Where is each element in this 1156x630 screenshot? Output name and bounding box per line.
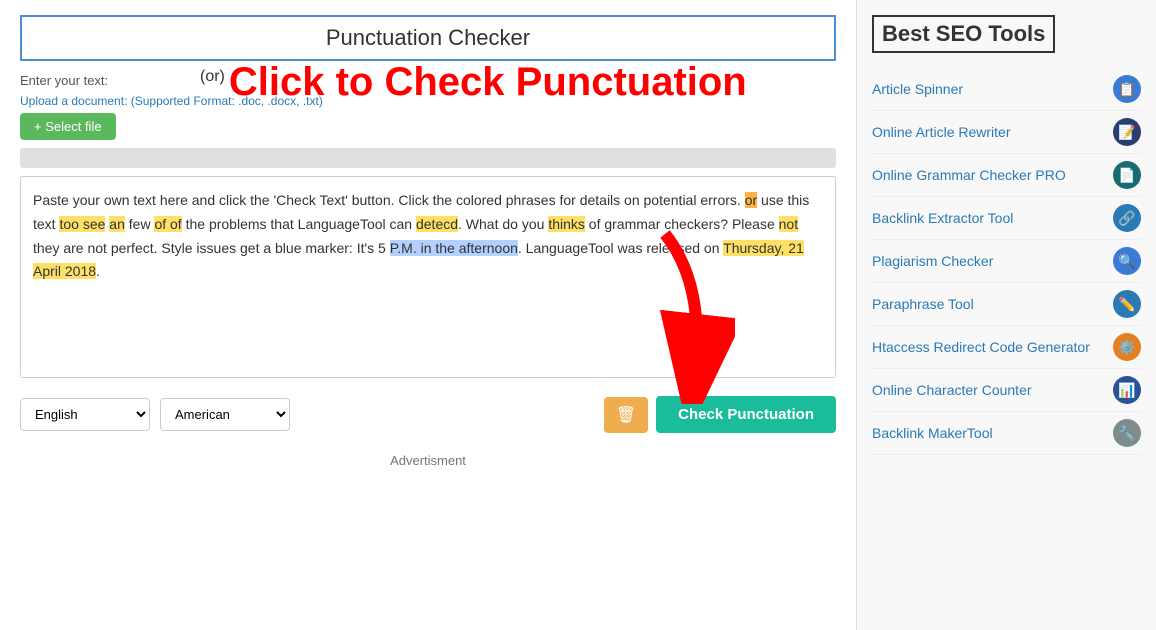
sidebar-link-backlink-extractor[interactable]: Backlink Extractor Tool — [872, 210, 1105, 226]
list-item: Article Spinner 📋 — [872, 68, 1141, 111]
bottom-controls: English French German Spanish American B… — [20, 386, 836, 443]
highlight-thinks: thinks — [548, 216, 585, 232]
plagiarism-checker-icon: 🔍 — [1113, 247, 1141, 275]
highlight-toosee: too see — [59, 216, 105, 232]
highlight-ofof: of of — [154, 216, 181, 232]
list-item: Online Character Counter 📊 — [872, 369, 1141, 412]
list-item: Online Grammar Checker PRO 📄 — [872, 154, 1141, 197]
backlink-extractor-icon: 🔗 — [1113, 204, 1141, 232]
sidebar-link-article-rewriter[interactable]: Online Article Rewriter — [872, 124, 1105, 140]
sidebar-link-grammar-checker[interactable]: Online Grammar Checker PRO — [872, 167, 1105, 183]
sidebar-link-article-spinner[interactable]: Article Spinner — [872, 81, 1105, 97]
list-item: Htaccess Redirect Code Generator ⚙️ — [872, 326, 1141, 369]
sidebar-link-paraphrase-tool[interactable]: Paraphrase Tool — [872, 296, 1105, 312]
sidebar-title: Best SEO Tools — [872, 15, 1055, 53]
language-selects: English French German Spanish American B… — [20, 398, 290, 431]
progress-bar — [20, 148, 836, 168]
htaccess-generator-icon: ⚙️ — [1113, 333, 1141, 361]
sidebar: Best SEO Tools Article Spinner 📋 Online … — [856, 0, 1156, 630]
paraphrase-tool-icon: ✏️ — [1113, 290, 1141, 318]
sidebar-list: Article Spinner 📋 Online Article Rewrite… — [872, 68, 1141, 455]
highlight-detecd: detecd — [416, 216, 458, 232]
highlight-pm: P.M. in the afternoon — [390, 240, 518, 256]
action-buttons: 🗑 Check Punctuation — [604, 396, 836, 433]
article-rewriter-icon: 📝 — [1113, 118, 1141, 146]
upload-section: Upload a document: (Supported Format: .d… — [20, 94, 836, 140]
highlight-an: an — [109, 216, 125, 232]
advertisement-label: Advertisment — [20, 453, 836, 468]
check-punctuation-button[interactable]: Check Punctuation — [656, 396, 836, 433]
page-title: Punctuation Checker — [42, 25, 814, 51]
grammar-checker-icon: 📄 — [1113, 161, 1141, 189]
list-item: Backlink Extractor Tool 🔗 — [872, 197, 1141, 240]
list-item: Paraphrase Tool ✏️ — [872, 283, 1141, 326]
dialect-select[interactable]: American British Australian — [160, 398, 290, 431]
list-item: Online Article Rewriter 📝 — [872, 111, 1141, 154]
enter-text-label: Enter your text: — [20, 73, 836, 88]
sidebar-link-htaccess-generator[interactable]: Htaccess Redirect Code Generator — [872, 339, 1105, 355]
upload-label: Upload a document: (Supported Format: .d… — [20, 94, 836, 108]
list-item: Plagiarism Checker 🔍 — [872, 240, 1141, 283]
sidebar-link-backlink-maker[interactable]: Backlink MakerTool — [872, 425, 1105, 441]
clear-button[interactable]: 🗑 — [604, 397, 648, 433]
backlink-maker-icon: 🔧 — [1113, 419, 1141, 447]
sidebar-link-plagiarism-checker[interactable]: Plagiarism Checker — [872, 253, 1105, 269]
select-file-button[interactable]: + Select file — [20, 113, 116, 140]
highlight-not: not — [779, 216, 798, 232]
text-editor[interactable]: Paste your own text here and click the '… — [21, 177, 835, 377]
tool-title-box: Punctuation Checker — [20, 15, 836, 61]
text-editor-wrapper: Paste your own text here and click the '… — [20, 176, 836, 378]
highlight-or: or — [745, 192, 757, 208]
article-spinner-icon: 📋 — [1113, 75, 1141, 103]
sidebar-link-character-counter[interactable]: Online Character Counter — [872, 382, 1105, 398]
list-item: Backlink MakerTool 🔧 — [872, 412, 1141, 455]
character-counter-icon: 📊 — [1113, 376, 1141, 404]
language-select[interactable]: English French German Spanish — [20, 398, 150, 431]
